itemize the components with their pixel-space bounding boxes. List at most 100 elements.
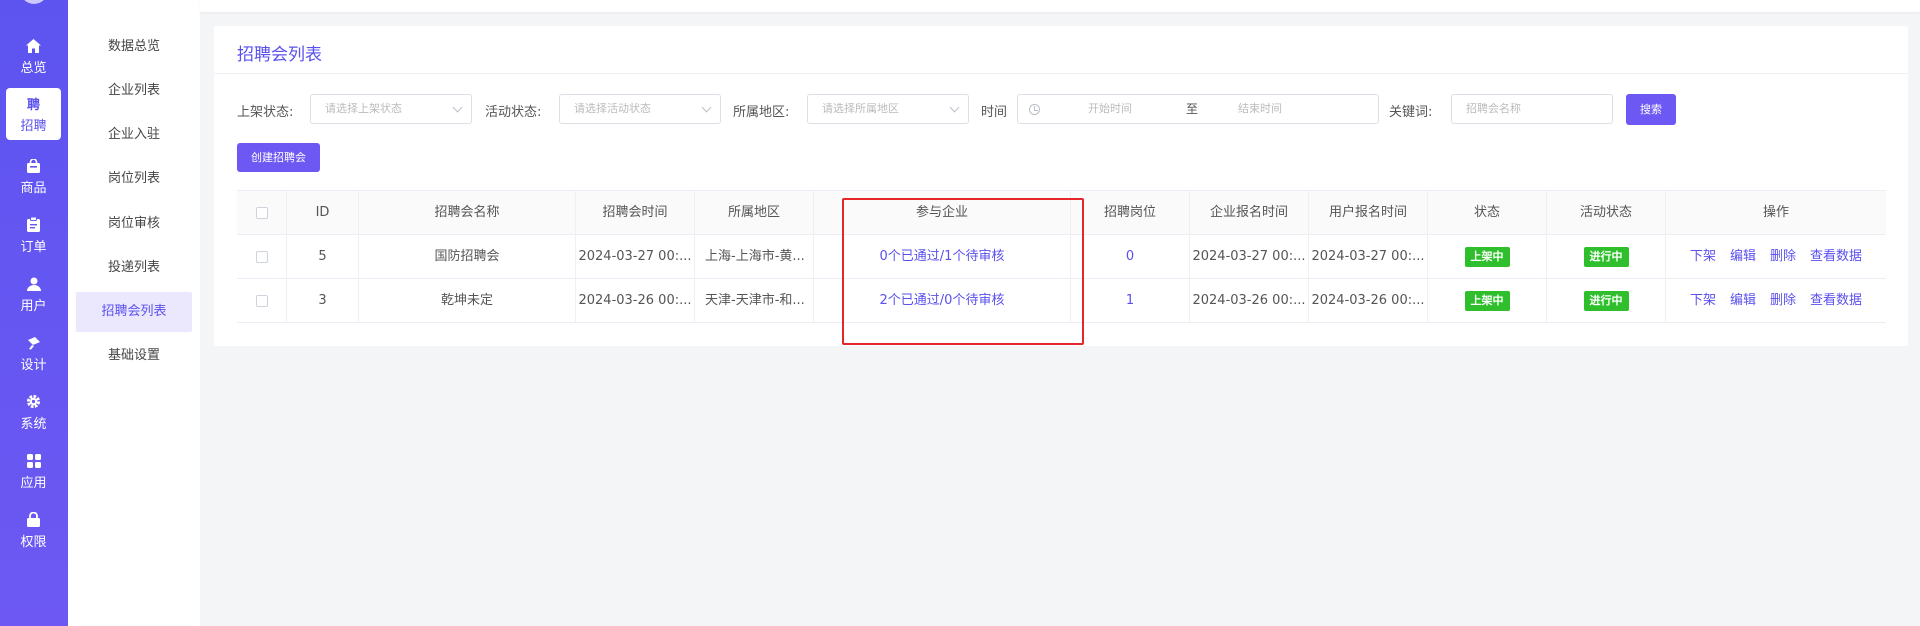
nav-item-system[interactable]: 系统 <box>6 386 61 438</box>
date-range-picker[interactable]: 开始时间 至 结束时间 <box>1017 94 1379 124</box>
activity-status-select[interactable]: 请选择活动状态 <box>559 94 721 124</box>
nav-item-overview[interactable]: 总览 <box>6 30 61 82</box>
nav-item-recruit[interactable]: 聘 招聘 <box>6 88 61 140</box>
edit-action[interactable]: 编辑 <box>1730 249 1756 264</box>
select-placeholder: 请选择所属地区 <box>822 102 899 115</box>
select-all-checkbox[interactable] <box>255 206 268 219</box>
company-signup-cell: 2024-03-26 00:... <box>1190 279 1309 323</box>
user-signup-cell: 2024-03-27 00:... <box>1309 235 1428 279</box>
keyword-placeholder: 招聘会名称 <box>1466 102 1521 115</box>
unlist-action[interactable]: 下架 <box>1690 249 1716 264</box>
time-cell: 2024-03-26 00:... <box>576 279 695 323</box>
divider <box>214 73 1908 74</box>
status-badge: 上架中 <box>1464 290 1510 311</box>
user-icon <box>26 275 41 293</box>
recruit-icon: 聘 <box>26 98 40 113</box>
activity-status-label: 活动状态: <box>485 105 542 120</box>
activity-cell: 进行中 <box>1547 279 1666 323</box>
region-select[interactable]: 请选择所属地区 <box>807 94 969 124</box>
column-header: 招聘会名称 <box>359 191 576 235</box>
view-data-action[interactable]: 查看数据 <box>1810 249 1862 264</box>
column-header: 状态 <box>1428 191 1547 235</box>
view-data-action[interactable]: 查看数据 <box>1810 293 1862 308</box>
row-checkbox-cell <box>237 235 287 279</box>
home-icon <box>26 37 41 55</box>
positions-link[interactable]: 1 <box>1071 279 1190 323</box>
region-label: 所属地区: <box>733 105 790 120</box>
job-fair-table: ID 招聘会名称 招聘会时间 所属地区 参与企业 招聘岗位 企业报名时间 用户报… <box>237 190 1886 323</box>
column-header: 用户报名时间 <box>1309 191 1428 235</box>
edit-action[interactable]: 编辑 <box>1730 293 1756 308</box>
nav-item-design[interactable]: 设计 <box>6 327 61 379</box>
delete-action[interactable]: 删除 <box>1770 249 1796 264</box>
activity-badge: 进行中 <box>1583 290 1629 311</box>
nav-item-permissions[interactable]: 权限 <box>6 504 61 556</box>
nav-item-label: 系统 <box>20 416 47 432</box>
id-cell: 5 <box>287 235 359 279</box>
nav-item-orders[interactable]: 订单 <box>6 209 61 261</box>
column-header: ID <box>287 191 359 235</box>
nav-item-apps[interactable]: 应用 <box>6 445 61 497</box>
name-cell: 乾坤未定 <box>359 279 576 323</box>
create-job-fair-button[interactable]: 创建招聘会 <box>237 143 320 172</box>
search-button[interactable]: 搜索 <box>1626 94 1676 125</box>
user-signup-cell: 2024-03-26 00:... <box>1309 279 1428 323</box>
region-cell: 上海-上海市-黄... <box>695 235 814 279</box>
subnav-item-company-list[interactable]: 企业列表 <box>76 71 192 111</box>
avatar[interactable] <box>20 0 48 4</box>
status-badge: 上架中 <box>1464 246 1510 267</box>
column-header: 活动状态 <box>1547 191 1666 235</box>
select-all-cell <box>237 191 287 235</box>
nav-item-users[interactable]: 用户 <box>6 268 61 320</box>
primary-nav: 总览 聘 招聘 商品 订单 用户 设计 系统 应用 权限 <box>0 0 68 626</box>
activity-cell: 进行中 <box>1547 235 1666 279</box>
clipboard-icon <box>27 216 40 234</box>
time-label: 时间 <box>981 105 1008 120</box>
listing-status-select[interactable]: 请选择上架状态 <box>310 94 472 124</box>
subnav-item-company-join[interactable]: 企业入驻 <box>76 115 192 155</box>
select-placeholder: 请选择活动状态 <box>574 102 651 115</box>
select-placeholder: 请选择上架状态 <box>325 102 402 115</box>
nav-item-products[interactable]: 商品 <box>6 150 61 202</box>
gear-icon <box>26 393 41 411</box>
top-header-bar <box>200 0 1920 12</box>
unlist-action[interactable]: 下架 <box>1690 293 1716 308</box>
column-header: 企业报名时间 <box>1190 191 1309 235</box>
nav-item-label: 用户 <box>20 298 47 314</box>
column-header: 所属地区 <box>695 191 814 235</box>
keyword-label: 关键词: <box>1389 105 1433 120</box>
grid-icon <box>26 452 41 470</box>
brush-icon <box>27 334 41 352</box>
id-cell: 3 <box>287 279 359 323</box>
page-title: 招聘会列表 <box>237 45 322 65</box>
company-signup-cell: 2024-03-27 00:... <box>1190 235 1309 279</box>
subnav-item-basic-settings[interactable]: 基础设置 <box>76 336 192 376</box>
nav-item-label: 招聘 <box>20 118 47 134</box>
region-cell: 天津-天津市-和... <box>695 279 814 323</box>
column-header: 招聘岗位 <box>1071 191 1190 235</box>
positions-link[interactable]: 0 <box>1071 235 1190 279</box>
start-time-input[interactable]: 开始时间 <box>1088 95 1132 123</box>
nav-item-label: 设计 <box>20 357 47 373</box>
end-time-input[interactable]: 结束时间 <box>1238 95 1282 123</box>
nav-item-label: 权限 <box>20 534 47 550</box>
range-separator: 至 <box>1186 102 1199 116</box>
column-header: 招聘会时间 <box>576 191 695 235</box>
keyword-input[interactable]: 招聘会名称 <box>1451 94 1613 124</box>
time-cell: 2024-03-27 00:... <box>576 235 695 279</box>
subnav-item-delivery-list[interactable]: 投递列表 <box>76 248 192 288</box>
chevron-down-icon <box>949 102 960 113</box>
highlight-box <box>842 198 1084 345</box>
subnav-item-job-fair-list[interactable]: 招聘会列表 <box>76 292 192 332</box>
delete-action[interactable]: 删除 <box>1770 293 1796 308</box>
column-header: 操作 <box>1762 205 1789 220</box>
secondary-nav: 数据总览 企业列表 企业入驻 岗位列表 岗位审核 投递列表 招聘会列表 基础设置 <box>68 0 200 626</box>
status-cell: 上架中 <box>1428 279 1547 323</box>
row-checkbox[interactable] <box>255 250 268 263</box>
row-checkbox[interactable] <box>255 294 268 307</box>
bag-icon <box>27 157 40 175</box>
subnav-item-position-list[interactable]: 岗位列表 <box>76 159 192 199</box>
subnav-item-data-overview[interactable]: 数据总览 <box>76 27 192 67</box>
name-cell: 国防招聘会 <box>359 235 576 279</box>
subnav-item-position-review[interactable]: 岗位审核 <box>76 204 192 244</box>
